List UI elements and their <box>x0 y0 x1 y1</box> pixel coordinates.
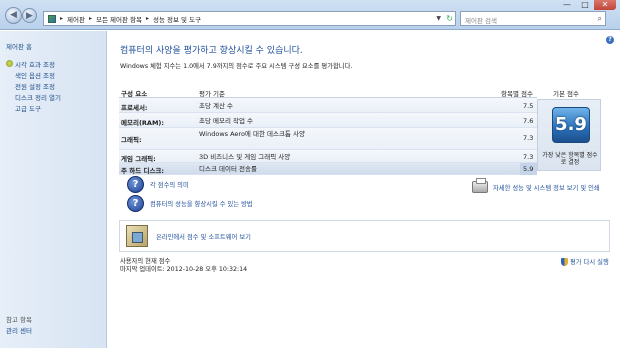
table-row: 메모리(RAM): 초당 메모리 작업 수 7.6 <box>119 113 537 128</box>
search-icon[interactable]: ⌕ <box>598 14 602 24</box>
sidebar-item-label: 디스크 정리 열기 <box>15 93 61 102</box>
component-name: 주 하드 디스크: <box>121 167 165 175</box>
component-desc: 3D 비즈니스 및 게임 그래픽 사양 <box>199 153 291 161</box>
window-controls: — □ ✕ <box>558 0 616 10</box>
minimize-button[interactable]: — <box>558 0 576 10</box>
table-row: 게임 그래픽: 3D 비즈니스 및 게임 그래픽 사양 7.3 <box>119 150 537 163</box>
refresh-icon[interactable]: ↻ <box>446 13 453 25</box>
shield-icon <box>6 60 13 67</box>
question-icon: ? <box>127 195 144 212</box>
sidebar-item-label: 고급 도구 <box>15 104 41 113</box>
what-mean-link-row[interactable]: ? 각 점수의 의미 <box>127 176 189 193</box>
sidebar: 제어판 홈 시각 효과 조정 색인 옵션 조정 전원 설정 조정 디스크 정리 … <box>0 31 107 348</box>
component-score: 7.3 <box>523 153 534 161</box>
column-header-rated: 평가 기준 <box>199 90 225 98</box>
see-also-heading: 참고 항목 <box>6 316 32 324</box>
shield-icon <box>561 257 568 266</box>
component-name: 그래픽: <box>121 136 142 144</box>
question-icon: ? <box>127 176 144 193</box>
base-score-badge: 5.9 <box>552 107 590 143</box>
forward-button[interactable]: ▶ <box>22 8 37 23</box>
back-button[interactable]: ◀ <box>5 7 22 24</box>
base-score-caption: 가장 낮은 항목별 점수로 결정 <box>542 152 598 166</box>
component-score: 7.3 <box>523 134 534 142</box>
sidebar-item-label: 시각 효과 조정 <box>15 60 56 69</box>
table-row: 그래픽: Windows Aero에 대한 데스크톱 사양 7.3 <box>119 128 537 150</box>
column-header-component: 구성 요소 <box>121 90 148 98</box>
improve-link-row[interactable]: ? 컴퓨터의 성능을 향상시킬 수 있는 방법 <box>127 195 253 212</box>
details-link-row[interactable]: 자세한 성능 및 시스템 정보 보기 및 인쇄 <box>472 178 600 193</box>
sidebar-item-disk-cleanup[interactable]: 디스크 정리 열기 <box>6 91 61 102</box>
sidebar-item-visual-effects[interactable]: 시각 효과 조정 <box>6 58 61 69</box>
chevron-down-icon[interactable]: ▼ <box>436 12 441 26</box>
rerun-assessment-link[interactable]: 평가 다시 실행 <box>561 257 609 266</box>
sidebar-home-link[interactable]: 제어판 홈 <box>6 41 32 51</box>
forward-arrow-icon: ▶ <box>26 11 33 21</box>
table-row: 주 하드 디스크: 디스크 데이터 전송률 5.9 <box>119 163 537 175</box>
control-panel-icon <box>48 14 56 23</box>
software-box-icon <box>126 225 148 247</box>
search-input[interactable]: 제어판 검색 ⌕ <box>460 11 606 26</box>
breadcrumb-item[interactable]: 모든 제어판 항목 <box>96 14 142 24</box>
back-arrow-icon: ◀ <box>10 10 17 20</box>
address-field[interactable]: ▸ 제어판 ▸ 모든 제어판 항목 ▸ 성능 정보 및 도구 ▼ ↻ <box>43 11 456 26</box>
component-score: 5.9 <box>520 163 537 175</box>
current-score-info: 사용자의 현재 점수 마지막 업데이트: 2012-10-28 오후 10:32… <box>120 258 247 274</box>
breadcrumb-item[interactable]: 성능 정보 및 도구 <box>153 14 201 24</box>
column-header-subscore: 항목별 점수 <box>501 90 533 98</box>
chevron-right-icon: ▸ <box>145 15 149 22</box>
component-score: 7.5 <box>523 102 534 110</box>
printer-icon <box>472 178 488 193</box>
details-link[interactable]: 자세한 성능 및 시스템 정보 보기 및 인쇄 <box>493 183 600 192</box>
close-button[interactable]: ✕ <box>594 0 616 10</box>
page-title: 컴퓨터의 사양을 평가하고 향상시킬 수 있습니다. <box>120 46 303 56</box>
table-row: 프로세서: 초당 계산 수 7.5 <box>119 98 537 113</box>
search-placeholder: 제어판 검색 <box>465 17 497 25</box>
breadcrumb-item[interactable]: 제어판 <box>67 14 85 24</box>
last-updated: 마지막 업데이트: 2012-10-28 오후 10:32:14 <box>120 266 248 273</box>
component-desc: 초당 계산 수 <box>199 102 234 110</box>
component-name: 게임 그래픽: <box>121 155 156 163</box>
online-box: 온라인에서 점수 및 소프트웨어 보기 <box>119 220 610 252</box>
sidebar-tasks: 시각 효과 조정 색인 옵션 조정 전원 설정 조정 디스크 정리 열기 고급 … <box>6 58 61 113</box>
sidebar-item-label: 전원 설정 조정 <box>15 82 56 91</box>
component-name: 메모리(RAM): <box>121 119 164 127</box>
column-header-base: 기본 점수 <box>553 90 579 98</box>
table-header: 구성 요소 평가 기준 항목별 점수 <box>119 86 537 98</box>
component-score: 7.6 <box>523 117 534 125</box>
main-content: 컴퓨터의 사양을 평가하고 향상시킬 수 있습니다. Windows 체험 지수… <box>108 31 620 348</box>
online-link[interactable]: 온라인에서 점수 및 소프트웨어 보기 <box>156 232 251 241</box>
sidebar-item-label: 색인 옵션 조정 <box>15 71 56 80</box>
chevron-right-icon: ▸ <box>60 15 64 22</box>
sidebar-item-indexing[interactable]: 색인 옵션 조정 <box>6 69 61 80</box>
component-desc: 초당 메모리 작업 수 <box>199 117 254 125</box>
what-mean-link[interactable]: 각 점수의 의미 <box>150 180 189 189</box>
base-score-panel: 5.9 가장 낮은 항목별 점수로 결정 <box>537 99 601 171</box>
current-score-label: 사용자의 현재 점수 <box>120 258 171 265</box>
score-table: 구성 요소 평가 기준 항목별 점수 프로세서: 초당 계산 수 7.5 메모리… <box>119 86 537 175</box>
component-desc: Windows Aero에 대한 데스크톱 사양 <box>199 130 305 138</box>
maximize-button[interactable]: □ <box>576 0 594 10</box>
sidebar-item-power[interactable]: 전원 설정 조정 <box>6 80 61 91</box>
component-name: 프로세서: <box>121 104 148 112</box>
rerun-label[interactable]: 평가 다시 실행 <box>570 257 609 266</box>
page-description: Windows 체험 지수는 1.0에서 7.9까지의 점수로 주요 시스템 구… <box>120 63 353 70</box>
sidebar-item-action-center[interactable]: 관리 센터 <box>6 325 32 335</box>
address-bar-area: ◀ ▶ ▸ 제어판 ▸ 모든 제어판 항목 ▸ 성능 정보 및 도구 ▼ ↻ 제… <box>0 0 620 30</box>
sidebar-item-advanced-tools[interactable]: 고급 도구 <box>6 102 61 113</box>
chevron-right-icon: ▸ <box>88 15 92 22</box>
improve-link[interactable]: 컴퓨터의 성능을 향상시킬 수 있는 방법 <box>150 199 253 208</box>
component-desc: 디스크 데이터 전송률 <box>199 165 257 173</box>
